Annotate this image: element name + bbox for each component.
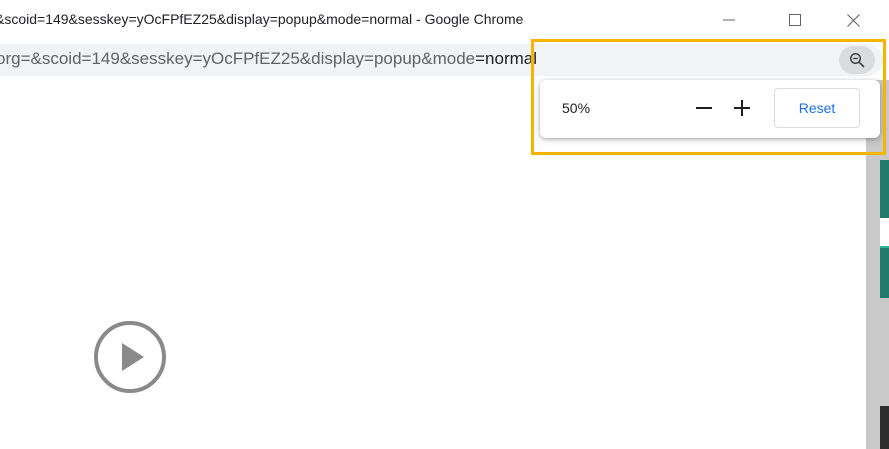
minimize-button[interactable]	[706, 0, 752, 40]
play-circle-icon	[94, 321, 166, 393]
url-suffix: =normal	[475, 49, 538, 68]
close-icon	[846, 13, 860, 27]
plus-icon	[734, 100, 750, 116]
zoom-indicator-button[interactable]	[839, 46, 875, 74]
zoom-level-value: 50%	[562, 100, 591, 116]
zoom-popup: 50% Reset	[540, 80, 880, 138]
zoom-in-button[interactable]	[726, 92, 758, 124]
url-text[interactable]: org=&scoid=149&sesskey=yOcFPfEZ25&displa…	[0, 49, 537, 69]
minimize-icon	[723, 19, 735, 21]
dark-panel	[880, 406, 889, 449]
window-title: &scoid=149&sesskey=yOcFPfEZ25&display=po…	[0, 11, 524, 27]
maximize-button[interactable]	[772, 0, 818, 40]
title-bar: &scoid=149&sesskey=yOcFPfEZ25&display=po…	[0, 0, 889, 40]
url-prefix: org=&scoid=149&sesskey=yOcFPfEZ25&displa…	[0, 49, 476, 68]
play-button[interactable]	[93, 320, 167, 394]
chrome-popup-window: &scoid=149&sesskey=yOcFPfEZ25&display=po…	[0, 0, 889, 449]
minus-icon	[696, 107, 712, 109]
strip-gap	[880, 218, 889, 246]
reset-button[interactable]: Reset	[774, 88, 860, 128]
maximize-icon	[789, 14, 801, 26]
teal-line	[880, 246, 889, 248]
zoom-out-magnifier-icon	[849, 52, 865, 68]
zoom-out-button[interactable]	[688, 92, 720, 124]
close-button[interactable]	[830, 0, 876, 40]
